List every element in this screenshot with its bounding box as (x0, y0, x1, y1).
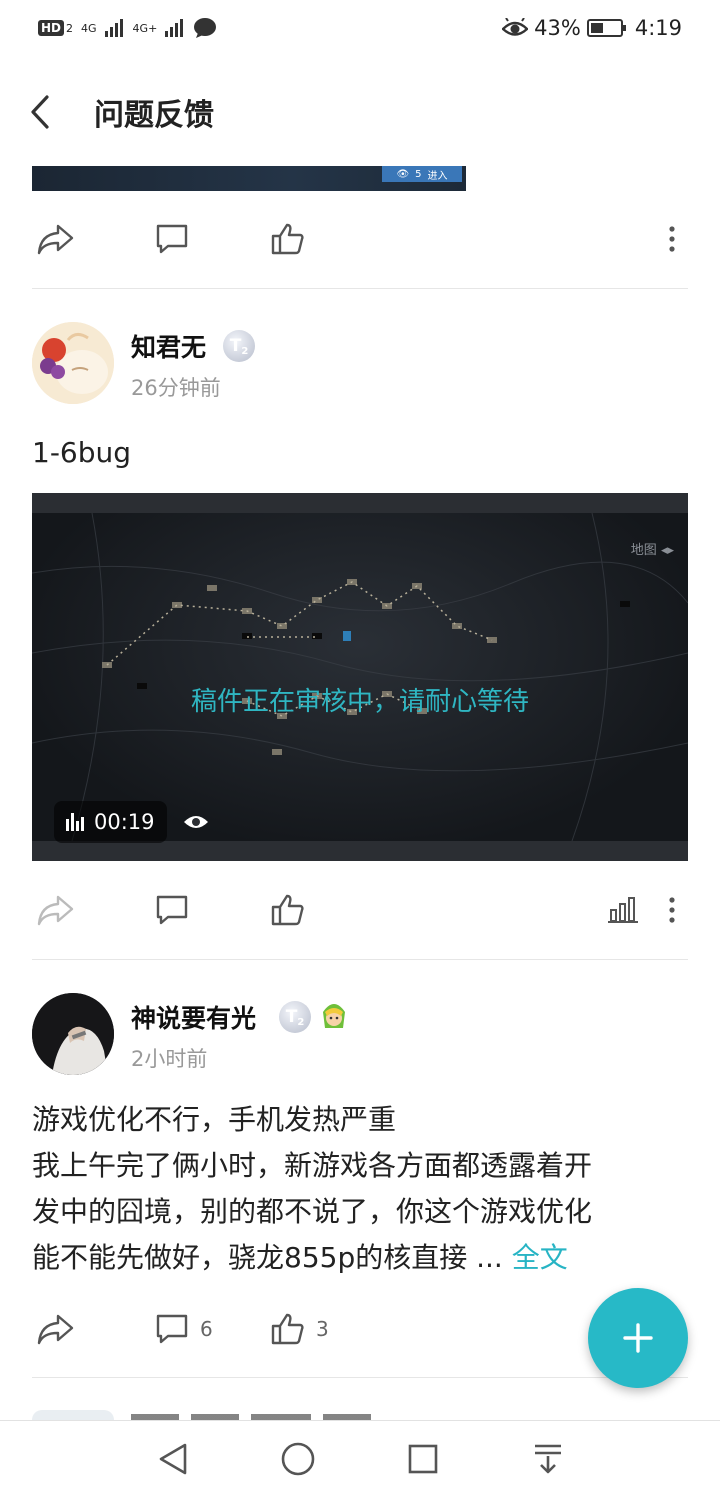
nav-notification-button[interactable] (518, 1429, 578, 1489)
comment-icon (156, 895, 188, 925)
signal-icon (165, 19, 184, 37)
share-icon (37, 895, 74, 926)
level-badge-letter: T (229, 336, 242, 356)
thumbs-up-icon (271, 223, 304, 255)
post-time: 26分钟前 (131, 376, 221, 400)
signal-2-label: 4G+ (132, 21, 158, 35)
thumbnail-enter-label: 进入 (427, 170, 448, 182)
more-vertical-icon (669, 226, 675, 252)
status-bar: HD 2 4G 4G+ 43% 4:19 (0, 0, 720, 56)
avatar[interactable] (32, 322, 114, 404)
hd-sub: 2 (66, 21, 74, 35)
eye-icon (502, 18, 529, 36)
read-more-link[interactable]: 全文 (512, 1241, 568, 1274)
comment-icon (156, 224, 188, 254)
clock: 4:19 (634, 16, 682, 40)
review-status-text: 稿件正在审核中，请耐心等待 (190, 687, 529, 717)
battery-percent: 43% (534, 16, 581, 40)
page-title: 问题反馈 (94, 98, 214, 133)
level-badge-letter: T (285, 1007, 298, 1027)
video-player[interactable]: 地图 ◂▸ 稿件正在审核中，请耐心等待 00:19 (32, 493, 688, 861)
square-recents-icon (408, 1444, 437, 1473)
previous-post-thumbnail[interactable]: 👁 5 进入 (32, 166, 466, 191)
post-body-last-line: 能不能先做好，骁龙855p的核直接 ... 全文 (32, 1237, 568, 1278)
thumbnail-badge: 👁 5 进入 (382, 166, 462, 182)
page-header: 问题反馈 (0, 70, 720, 154)
avatar-image (32, 993, 114, 1075)
status-right: 43% 4:19 (502, 16, 682, 40)
action-row (0, 209, 720, 269)
nav-home-button[interactable] (268, 1429, 328, 1489)
share-button[interactable] (36, 209, 76, 269)
video-duration: 00:19 (54, 801, 167, 843)
duration-text: 00:19 (94, 810, 155, 834)
character-badge-icon (317, 998, 351, 1032)
divider (32, 288, 688, 289)
bar-chart-icon (66, 813, 84, 831)
map-label: 地图 ◂▸ (631, 539, 674, 558)
chat-icon (194, 18, 217, 38)
thumbs-up-icon (271, 1313, 304, 1345)
post-time: 2小时前 (131, 1047, 208, 1071)
pull-down-icon (534, 1444, 561, 1473)
like-count: 3 (316, 1317, 329, 1341)
battery-icon (586, 19, 626, 37)
author-name[interactable]: 知君无 (131, 328, 206, 364)
level-number: 2 (241, 345, 249, 357)
plus-icon (623, 1323, 653, 1353)
like-button[interactable]: 3 (270, 1299, 329, 1359)
system-nav-bar (0, 1420, 720, 1496)
eye-icon (184, 816, 208, 828)
like-button[interactable] (270, 209, 306, 269)
stats-button[interactable] (608, 880, 638, 940)
create-post-button[interactable] (588, 1288, 688, 1388)
stats-icon (608, 897, 638, 923)
share-icon (37, 224, 74, 255)
avatar-image (32, 322, 114, 404)
more-button[interactable] (668, 880, 676, 940)
post-body-line[interactable]: 我上午完了俩小时，新游戏各方面都透露着开 (32, 1145, 592, 1186)
more-vertical-icon (669, 897, 675, 923)
circle-home-icon (281, 1442, 314, 1475)
more-button[interactable] (668, 209, 676, 269)
post-body-line[interactable]: 能不能先做好，骁龙855p的核直接 ... (32, 1241, 503, 1274)
author-name[interactable]: 神说要有光 (131, 999, 256, 1035)
divider (32, 959, 688, 960)
nav-recents-button[interactable] (393, 1429, 453, 1489)
comment-count: 6 (200, 1317, 213, 1341)
map-arrow-icon: ◂▸ (660, 543, 674, 558)
triangle-back-icon (159, 1443, 186, 1474)
back-button[interactable] (0, 70, 80, 154)
post-body-line[interactable]: 发中的囧境，别的都不说了，你这个游戏优化 (32, 1191, 592, 1232)
nav-back-button[interactable] (143, 1429, 203, 1489)
thumbnail-view-count: 5 (415, 168, 422, 180)
divider (32, 1377, 688, 1378)
share-button[interactable] (36, 880, 76, 940)
comment-icon (156, 1314, 188, 1344)
post-title[interactable]: 游戏优化不行，手机发热严重 (32, 1099, 396, 1140)
signal-1-label: 4G (81, 21, 97, 35)
level-number: 2 (297, 1016, 305, 1028)
signal-icon (104, 19, 123, 37)
like-button[interactable] (270, 880, 306, 940)
hd-badge: HD (38, 20, 65, 36)
next-post-avatar-partial[interactable] (32, 1410, 114, 1420)
level-badge: T2 (279, 1001, 311, 1033)
post-text[interactable]: 1-6bug (32, 432, 131, 473)
comment-button[interactable] (154, 880, 190, 940)
comment-button[interactable] (154, 209, 190, 269)
eye-icon: 👁 (396, 168, 410, 180)
avatar[interactable] (32, 993, 114, 1075)
video-frame: 地图 ◂▸ 稿件正在审核中，请耐心等待 (32, 513, 688, 841)
share-icon (37, 1314, 74, 1345)
video-map-background (32, 513, 688, 841)
share-button[interactable] (36, 1299, 76, 1359)
thumbs-up-icon (271, 894, 304, 926)
chevron-left-icon (31, 95, 49, 129)
map-label-text: 地图 (630, 543, 657, 558)
level-badge: T2 (223, 330, 255, 362)
status-left: HD 2 4G 4G+ (38, 17, 217, 39)
action-row (0, 880, 720, 940)
comment-button[interactable]: 6 (154, 1299, 213, 1359)
